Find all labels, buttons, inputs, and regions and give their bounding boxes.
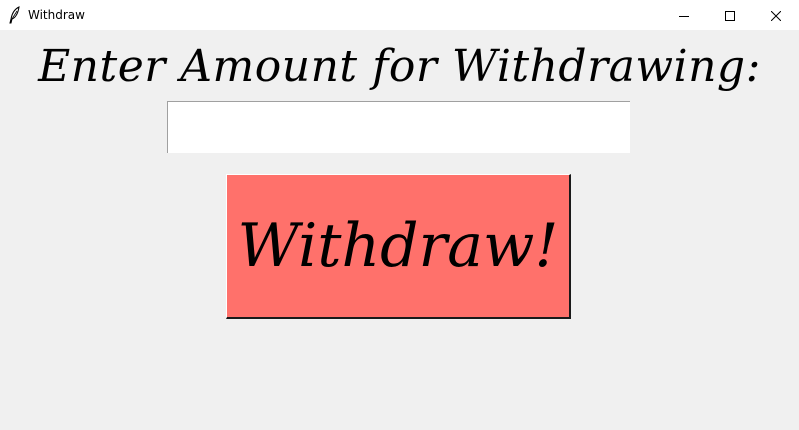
withdraw-button[interactable]: Withdraw!: [226, 174, 571, 319]
minimize-button[interactable]: [661, 0, 707, 30]
close-button[interactable]: [753, 0, 799, 30]
maximize-button[interactable]: [707, 0, 753, 30]
feather-icon: [8, 6, 22, 24]
title-bar[interactable]: Withdraw: [0, 0, 799, 30]
close-icon: [770, 6, 782, 25]
minimize-icon: [679, 6, 689, 25]
withdraw-window: Withdraw Enter Amount for Withdrawing: W…: [0, 0, 799, 430]
page-title: Enter Amount for Withdrawing:: [38, 41, 761, 92]
amount-input[interactable]: [167, 101, 630, 153]
maximize-icon: [725, 6, 735, 25]
window-title: Withdraw: [28, 8, 85, 22]
